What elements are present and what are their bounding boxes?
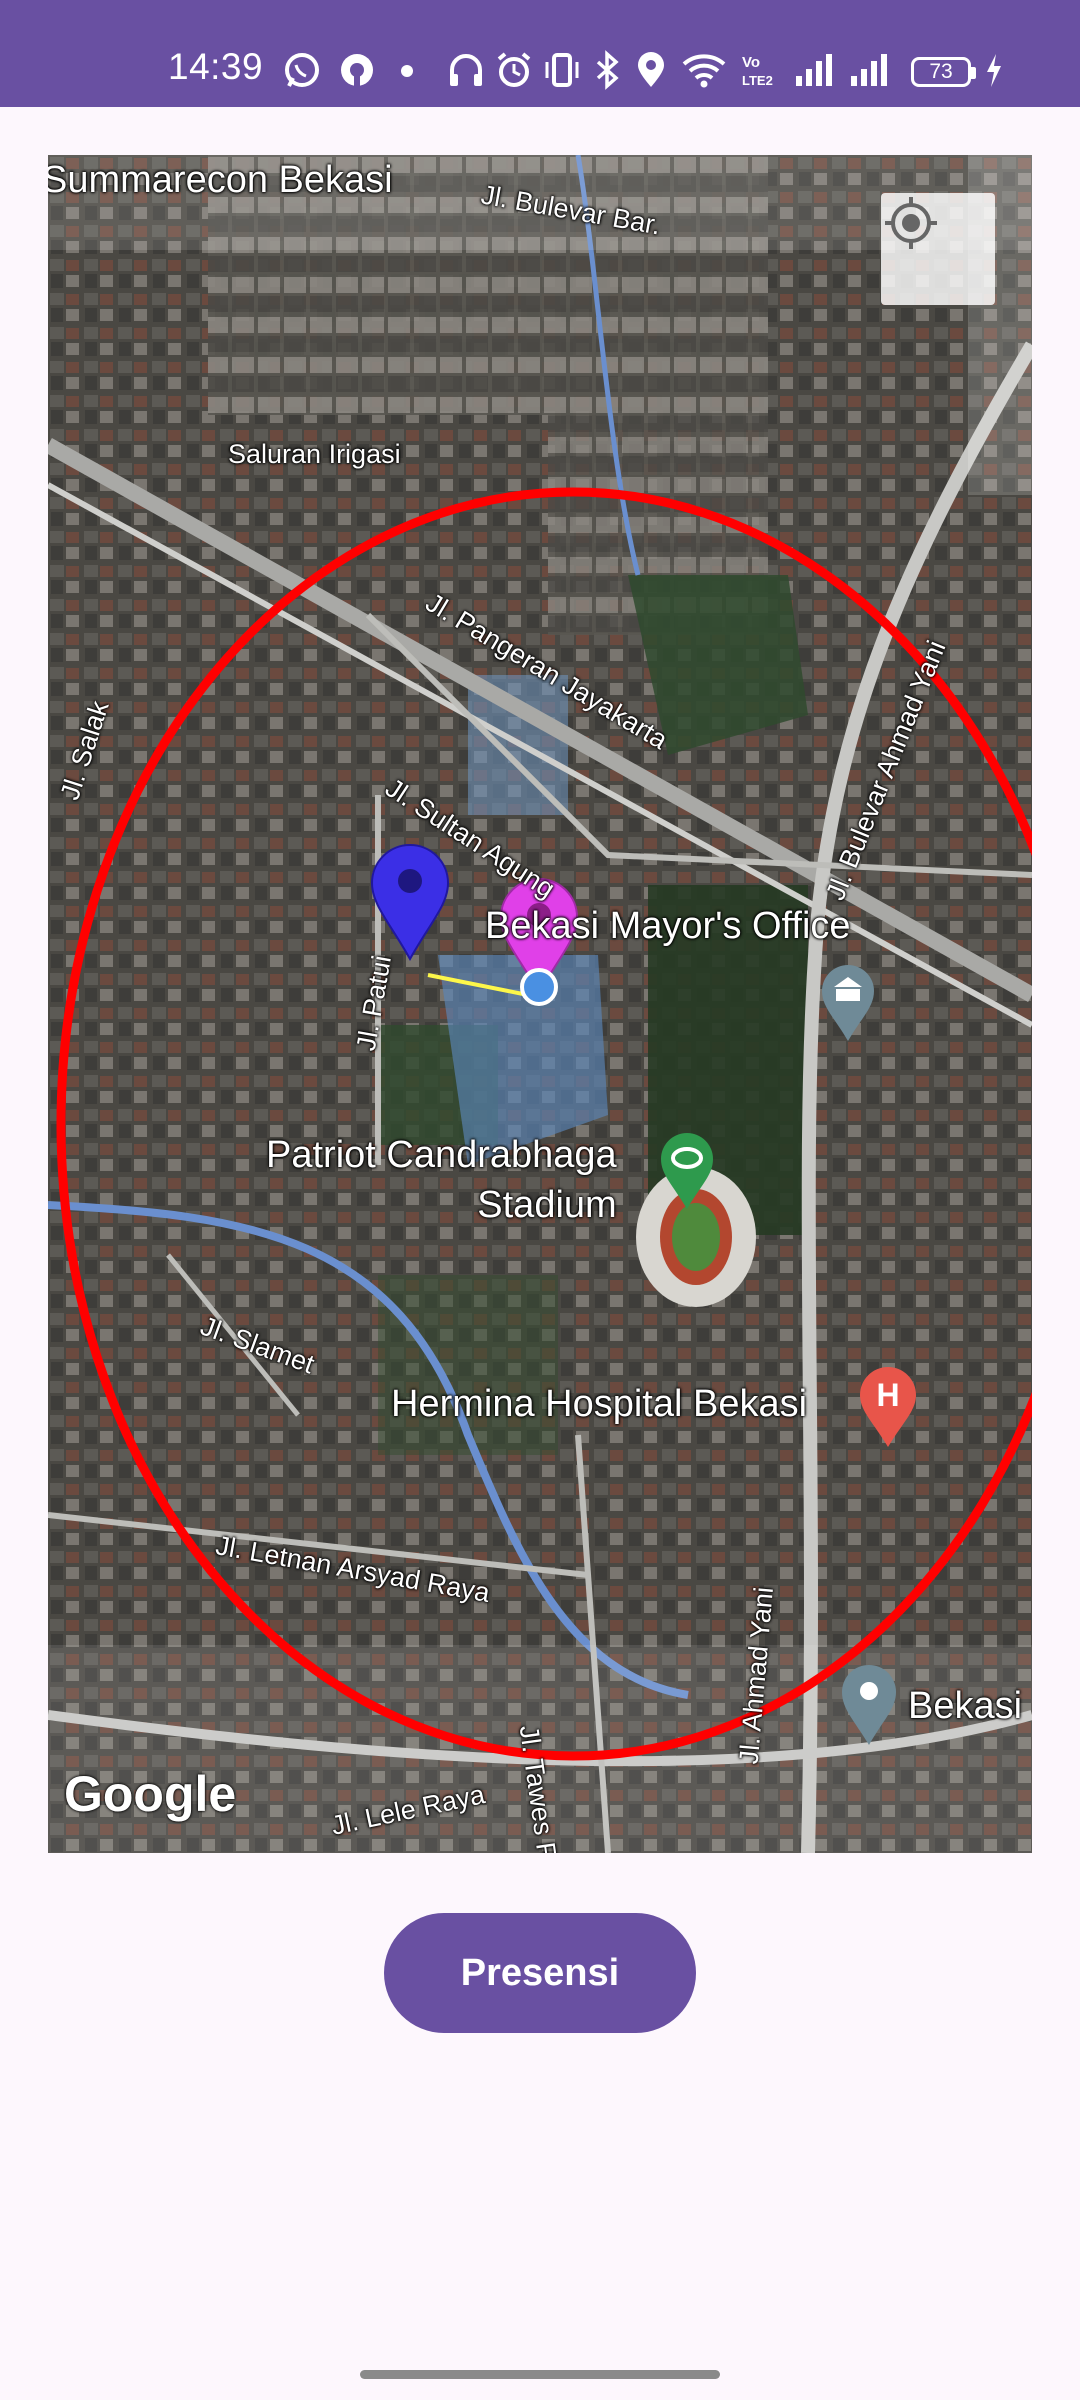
stadium-poi-icon[interactable] [659,1131,715,1211]
svg-text:H: H [876,1377,899,1413]
signal-icon [851,54,887,86]
volte-icon: Vo LTE2 [742,54,773,88]
google-logo: Google [64,1766,237,1822]
location-icon [638,52,664,87]
wifi-icon [682,54,726,88]
svg-text:Vo: Vo [742,54,760,71]
map-label-mayor-office: Bekasi Mayor's Office [485,905,851,947]
signal-icon [796,54,832,86]
user-marker-icon[interactable] [370,843,450,963]
vibrate-icon [545,53,579,87]
status-bar: 14:39 Vo LTE2 73 [0,0,1080,107]
whatsapp-icon [285,53,319,87]
my-location-button[interactable] [881,193,995,305]
status-time: 14:39 [168,46,264,87]
dot-icon [401,65,413,77]
alarm-icon [497,52,531,87]
presensi-button[interactable]: Presensi [384,1913,696,2033]
svg-text:LTE2: LTE2 [742,73,773,88]
hospital-poi-icon[interactable]: H [858,1365,918,1449]
map-label-summarecon: Summarecon Bekasi [48,159,393,201]
crosshair-icon [885,197,937,249]
charging-icon [987,54,1001,87]
government-poi-icon[interactable] [820,963,876,1043]
map-label-saluran: Saluran Irigasi [228,439,401,469]
app-icon [341,54,373,86]
headphones-icon [450,54,482,86]
bluetooth-icon [596,50,619,90]
place-poi-icon[interactable] [840,1663,898,1747]
battery-icon: 73 [911,57,976,87]
map-label-hermina: Hermina Hospital Bekasi [391,1383,808,1425]
home-indicator[interactable] [360,2370,720,2379]
current-location-dot-icon [520,968,558,1006]
map-label-bekasi: Bekasi [908,1685,1023,1727]
map-view[interactable]: H Summarecon Bekasi Jl. Bulevar Bar. Sal… [48,155,1032,1853]
map-label-stadium: Patriot Candrabhaga Stadium [266,1134,617,1226]
